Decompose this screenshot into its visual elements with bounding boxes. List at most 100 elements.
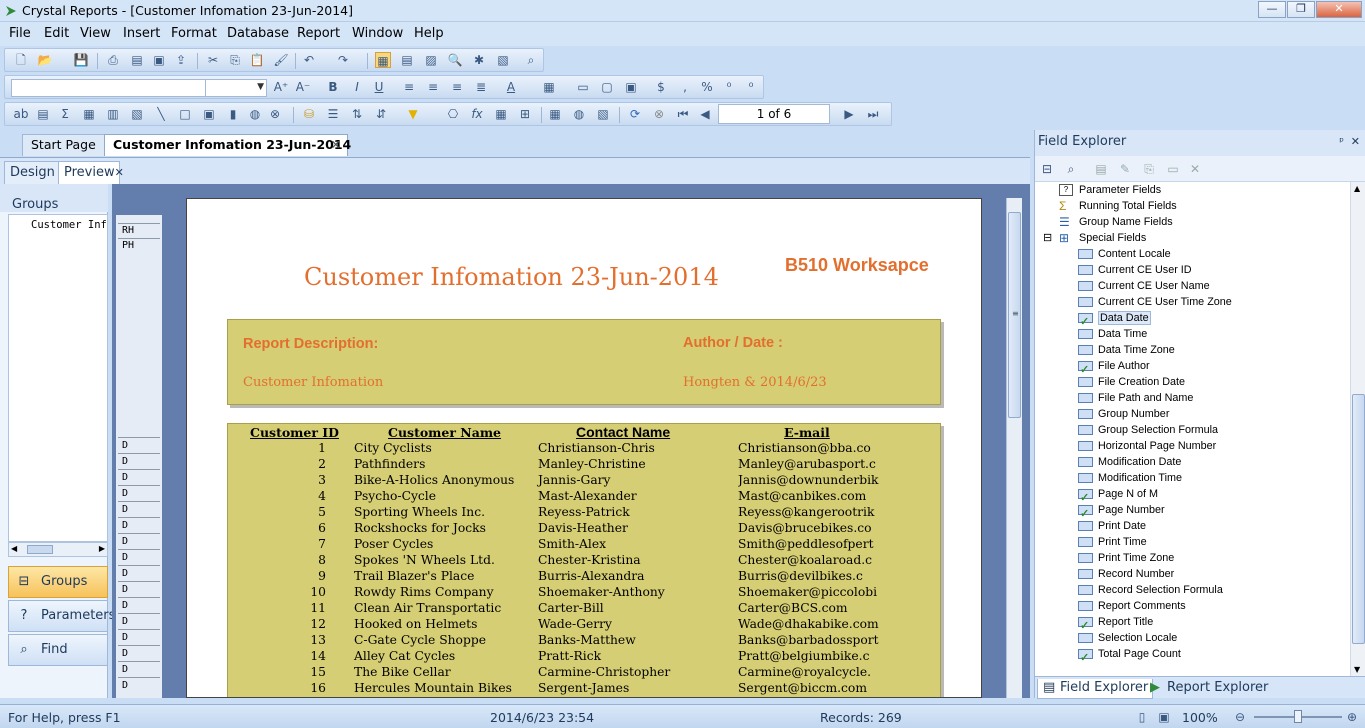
align-center-icon[interactable]: ≡ [425, 79, 441, 95]
bold-icon[interactable]: B [325, 79, 341, 95]
email-cell[interactable]: Jannis@downunderbik [738, 473, 888, 487]
section-expert-icon[interactable]: ▧ [495, 52, 511, 68]
refresh-icon[interactable]: ⟳ [627, 106, 643, 122]
new-field-icon[interactable]: ▤ [1093, 161, 1109, 177]
special-field-item[interactable]: Current CE User Name [1078, 278, 1210, 294]
zoom-out-icon[interactable]: ⊖ [1232, 709, 1248, 725]
contact-name-cell[interactable]: Sergent-James [538, 681, 629, 695]
contact-name-cell[interactable]: Pratt-Rick [538, 649, 601, 663]
author-label[interactable]: Author / Date : [683, 335, 783, 351]
report-title[interactable]: Customer Infomation 23-Jun-2014 [304, 263, 719, 291]
tree-running-total-fields[interactable]: Σ Running Total Fields [1059, 198, 1177, 214]
special-field-item[interactable]: Record Number [1078, 566, 1174, 582]
tree-special-fields[interactable]: ⊟ ⊞ Special Fields [1043, 230, 1146, 246]
previous-page-icon[interactable]: ◀ [697, 106, 713, 122]
email-cell[interactable]: Burris@devilbikes.c [738, 569, 888, 583]
customer-id-cell[interactable]: 3 [228, 473, 326, 487]
customer-id-cell[interactable]: 14 [228, 649, 326, 663]
contact-name-cell[interactable]: Burris-Alexandra [538, 569, 644, 583]
description-value[interactable]: Customer Infomation [243, 375, 383, 390]
menu-view[interactable]: View [80, 26, 111, 41]
group-tree-item[interactable]: Customer Info [31, 219, 107, 231]
customer-id-cell[interactable]: 5 [228, 505, 326, 519]
customer-id-cell[interactable]: 13 [228, 633, 326, 647]
insert-group-icon[interactable]: ▨ [423, 52, 439, 68]
copy-icon[interactable]: ⎘ [227, 52, 243, 68]
special-field-item[interactable]: ✓ Page Number [1078, 502, 1165, 520]
template-icon[interactable]: ▦ [493, 106, 509, 122]
zoom-in-icon[interactable]: ⊕ [1344, 709, 1360, 725]
field-explorer-vscroll[interactable]: ▲ ▼ [1350, 182, 1365, 676]
customer-id-cell[interactable]: 11 [228, 601, 326, 615]
formula-fx-icon[interactable]: fx [469, 106, 485, 122]
report-bursting-icon[interactable]: ▦ [547, 106, 563, 122]
email-cell[interactable]: Mast@canbikes.com [738, 489, 888, 503]
page-view-icon[interactable]: ▯ [1134, 709, 1150, 725]
expert-icon[interactable]: 🔍 [447, 52, 463, 68]
sort-order-icon[interactable]: ⇵ [373, 106, 389, 122]
percent-icon[interactable]: % [699, 79, 715, 95]
customer-id-cell[interactable]: 7 [228, 537, 326, 551]
email-cell[interactable]: Pratt@belgiumbike.c [738, 649, 888, 663]
special-field-item[interactable]: Group Selection Formula [1078, 422, 1218, 438]
insert-subreport-icon[interactable]: ▧ [129, 106, 145, 122]
customer-name-cell[interactable]: Rockshocks for Jocks [354, 521, 486, 535]
duplicate-field-icon[interactable]: ⎘ [1141, 161, 1157, 177]
close-field-explorer-icon[interactable]: ✕ [1351, 130, 1360, 154]
special-field-item[interactable]: Content Locale [1078, 246, 1171, 262]
currency-icon[interactable]: $ [653, 79, 669, 95]
customer-name-cell[interactable]: Alley Cat Cycles [354, 649, 455, 663]
menu-database[interactable]: Database [227, 26, 289, 41]
insert-flash-icon[interactable]: ⊗ [267, 106, 283, 122]
menu-report[interactable]: Report [297, 26, 340, 41]
email-cell[interactable]: Sergent@biccm.com [738, 681, 888, 695]
email-cell[interactable]: Davis@brucebikes.co [738, 521, 888, 535]
special-field-item[interactable]: Print Date [1078, 518, 1146, 534]
email-cell[interactable]: Reyess@kangerootrik [738, 505, 888, 519]
insert-field-icon[interactable]: ▤ [399, 52, 415, 68]
font-size-combo[interactable]: ▼ [205, 79, 267, 97]
justify-icon[interactable]: ≣ [473, 79, 489, 95]
customer-name-cell[interactable]: Clean Air Transportatic [354, 601, 501, 615]
email-cell[interactable]: Christianson@bba.co [738, 441, 888, 455]
cut-icon[interactable]: ✂ [205, 52, 221, 68]
menu-format[interactable]: Format [171, 26, 217, 41]
customer-name-cell[interactable]: Hercules Mountain Bikes [354, 681, 512, 695]
delete-field-icon[interactable]: ✕ [1187, 161, 1203, 177]
description-label[interactable]: Report Description: [243, 336, 378, 352]
contact-name-cell[interactable]: Mast-Alexander [538, 489, 637, 503]
customer-id-cell[interactable]: 9 [228, 569, 326, 583]
special-field-item[interactable]: ✓ File Author [1078, 358, 1150, 376]
close-window-button[interactable]: ✕ [1316, 1, 1362, 18]
email-cell[interactable]: Carter@BCS.com [738, 601, 888, 615]
contact-name-cell[interactable]: Chester-Kristina [538, 553, 641, 567]
special-field-item[interactable]: Data Time [1078, 326, 1147, 342]
browse-data-icon[interactable]: ⌕ [1063, 161, 1079, 177]
suppress-icon[interactable]: ▭ [575, 79, 591, 95]
customer-name-cell[interactable]: Trail Blazer's Place [354, 569, 474, 583]
dependency-icon[interactable]: ▧ [595, 106, 611, 122]
tree-group-name-fields[interactable]: ☰ Group Name Fields [1059, 214, 1173, 230]
email-cell[interactable]: Shoemaker@piccolobi [738, 585, 888, 599]
export-icon[interactable]: ⇪ [173, 52, 189, 68]
tab-report-explorer[interactable]: ▶ Report Explorer [1145, 679, 1272, 699]
tab-field-explorer[interactable]: ▤ Field Explorer [1037, 679, 1154, 699]
field-explorer-vscroll-thumb[interactable] [1352, 394, 1365, 644]
contact-name-cell[interactable]: Carter-Bill [538, 601, 604, 615]
close-preview-icon[interactable]: ✕ [115, 166, 124, 179]
scroll-down-icon[interactable]: ▼ [1354, 665, 1360, 674]
groups-button[interactable]: ⊟ Groups [8, 566, 108, 598]
menu-edit[interactable]: Edit [44, 26, 69, 41]
special-field-item[interactable]: Current CE User ID [1078, 262, 1192, 278]
special-field-item[interactable]: Record Selection Formula [1078, 582, 1223, 598]
first-page-icon[interactable]: ⏮ [675, 106, 691, 122]
restore-button[interactable]: ❐ [1287, 1, 1315, 18]
group-expert-icon[interactable]: ☰ [325, 106, 341, 122]
customer-id-cell[interactable]: 16 [228, 681, 326, 695]
italic-icon[interactable]: I [349, 79, 365, 95]
formula-workshop-icon[interactable]: ⎔ [445, 106, 461, 122]
decimal-add-icon[interactable]: ⁰ [721, 79, 737, 95]
column-header-contact-name[interactable]: Contact Name [576, 424, 670, 440]
collapse-icon[interactable]: ⊟ [1043, 230, 1052, 246]
customer-id-cell[interactable]: 6 [228, 521, 326, 535]
